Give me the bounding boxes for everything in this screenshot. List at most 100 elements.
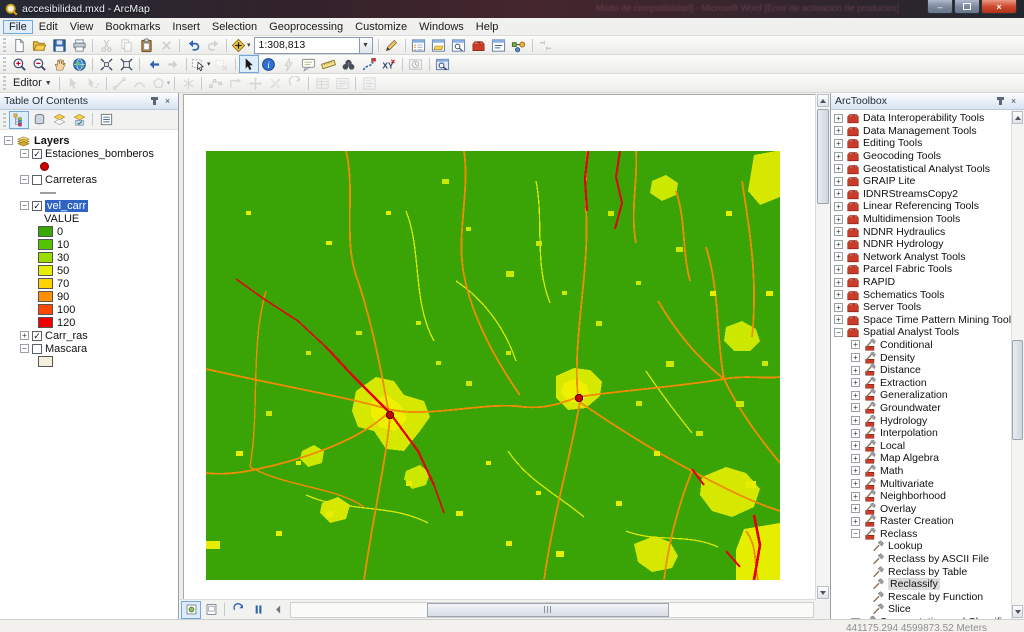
zoom-in-button[interactable] [9,55,29,73]
list-by-source-button[interactable] [29,111,49,129]
tool-label[interactable]: Rescale by Function [888,591,983,603]
atb-item-data-interoperability-tools[interactable]: +Data Interoperability Tools [831,112,1012,125]
arc-tool-button[interactable] [130,74,150,92]
layer-label[interactable]: 30 [57,252,69,264]
tool-label[interactable]: Generalization [880,389,948,401]
atb-item-idnrstreamscopy2[interactable]: +IDNRStreamsCopy2 [831,188,1012,201]
tool-label[interactable]: Map Algebra [880,452,939,464]
map-horizontal-scrollbar[interactable] [290,602,814,618]
arctoolbox-close-icon[interactable]: × [1007,95,1020,107]
scroll-down-icon[interactable] [1012,605,1023,618]
hyperlink-lightning-button[interactable] [279,55,299,73]
toc-options-button[interactable] [96,111,116,129]
tool-label[interactable]: Data Management Tools [863,125,977,137]
expander-plus-icon[interactable]: + [851,466,860,475]
list-by-visibility-button[interactable] [49,111,69,129]
tool-label[interactable]: Reclass [880,528,917,540]
expander-plus-icon[interactable]: + [834,139,843,148]
expander-plus-icon[interactable]: + [834,265,843,274]
expander-plus-icon[interactable]: + [834,227,843,236]
layer-checkbox[interactable]: ✓ [32,201,42,211]
map-scale-combo[interactable]: 1:308,813▼ [254,38,373,53]
expander-minus-icon[interactable]: − [834,328,843,337]
expander-plus-icon[interactable]: + [851,340,860,349]
expander-plus-icon[interactable]: + [834,290,843,299]
paste-clipboard-button[interactable] [136,36,156,54]
expander-minus-icon[interactable]: − [20,201,29,210]
atb-item-distance[interactable]: +Distance [831,364,1012,377]
expander-minus-icon[interactable]: − [851,529,860,538]
tool-label[interactable]: Slice [888,603,911,615]
expander-plus-icon[interactable]: + [851,517,860,526]
menu-help[interactable]: Help [470,20,505,34]
toc-row-10[interactable]: 10 [0,238,178,251]
viewer-window-button[interactable] [433,55,453,73]
toc-row-70[interactable]: 70 [0,277,178,290]
layer-label[interactable]: 50 [57,265,69,277]
tool-label[interactable]: Network Analyst Tools [863,251,966,263]
undo-arrow-button[interactable] [183,36,203,54]
menu-insert[interactable]: Insert [166,20,206,34]
expander-plus-icon[interactable]: + [851,479,860,488]
toolbar-grip[interactable] [3,38,6,52]
toc-close-icon[interactable]: × [161,95,174,107]
menu-geoprocessing[interactable]: Geoprocessing [263,20,349,34]
expander-plus-icon[interactable]: + [834,240,843,249]
legend-swatch[interactable] [38,252,53,263]
data-view-button[interactable] [181,601,201,619]
atb-item-ndnr-hydrology[interactable]: +NDNR Hydrology [831,238,1012,251]
toc-row-100[interactable]: 100 [0,303,178,316]
zoom-out-button[interactable] [29,55,49,73]
atb-item-reclass-by-table[interactable]: Reclass by Table [831,565,1012,578]
minimize-button[interactable]: – [927,0,953,14]
copy-pages-button[interactable] [116,36,136,54]
atb-item-neighborhood[interactable]: +Neighborhood [831,490,1012,503]
toc-row-value[interactable]: VALUE [0,212,178,225]
tool-label[interactable]: Server Tools [863,301,921,313]
tool-label[interactable]: Parcel Fabric Tools [863,263,952,275]
atb-item-rescale-by-function[interactable]: Rescale by Function [831,591,1012,604]
expander-plus-icon[interactable]: + [851,504,860,513]
expander-plus-icon[interactable]: + [851,353,860,362]
new-document-button[interactable] [9,36,29,54]
legend-swatch[interactable] [38,239,53,250]
layer-label[interactable]: 10 [57,239,69,251]
tool-label[interactable]: NDNR Hydraulics [863,226,945,238]
tool-label[interactable]: Multidimension Tools [863,213,960,225]
split-tool-button[interactable] [265,74,285,92]
expander-minus-icon[interactable]: − [20,149,29,158]
menu-view[interactable]: View [64,20,100,34]
tool-label[interactable]: Lookup [888,540,922,552]
legend-swatch[interactable] [38,317,53,328]
tool-label[interactable]: Linear Referencing Tools [863,200,979,212]
atb-item-network-analyst-tools[interactable]: +Network Analyst Tools [831,251,1012,264]
back-small-button[interactable] [268,601,288,619]
expander-plus-icon[interactable]: + [851,391,860,400]
html-popup-button[interactable] [299,55,319,73]
atb-item-spatial-analyst-tools[interactable]: −Spatial Analyst Tools [831,326,1012,339]
tool-label[interactable]: RAPID [863,276,895,288]
select-elements-button[interactable] [239,55,259,73]
expander-plus-icon[interactable]: + [834,215,843,224]
tool-label[interactable]: Schematics Tools [863,289,945,301]
expander-plus-icon[interactable]: + [851,492,860,501]
list-by-drawing-order-button[interactable] [9,111,29,129]
toolbar-grip[interactable] [3,113,6,127]
tool-label[interactable]: GRAIP Lite [863,175,915,187]
toc-row-symbol[interactable] [0,186,178,199]
tool-label[interactable]: Extraction [880,377,927,389]
fixed-zoom-out-button[interactable] [116,55,136,73]
polygon-tool-button[interactable]: ▾ [150,74,172,92]
legend-heading[interactable]: VALUE [44,213,79,225]
tool-label[interactable]: Segmentation and Classification [880,616,1012,619]
arctoolbox-scrollbar[interactable] [1011,110,1024,619]
toc-row-layers[interactable]: −Layers [0,134,178,147]
edit-vertices-button[interactable] [205,74,225,92]
layer-label[interactable]: Mascara [45,343,87,355]
expander-plus-icon[interactable]: + [20,331,29,340]
legend-swatch[interactable] [38,291,53,302]
close-button[interactable]: × [981,0,1017,14]
atb-item-map-algebra[interactable]: +Map Algebra [831,452,1012,465]
layer-label[interactable]: 90 [57,291,69,303]
scroll-up-icon[interactable] [817,94,829,107]
